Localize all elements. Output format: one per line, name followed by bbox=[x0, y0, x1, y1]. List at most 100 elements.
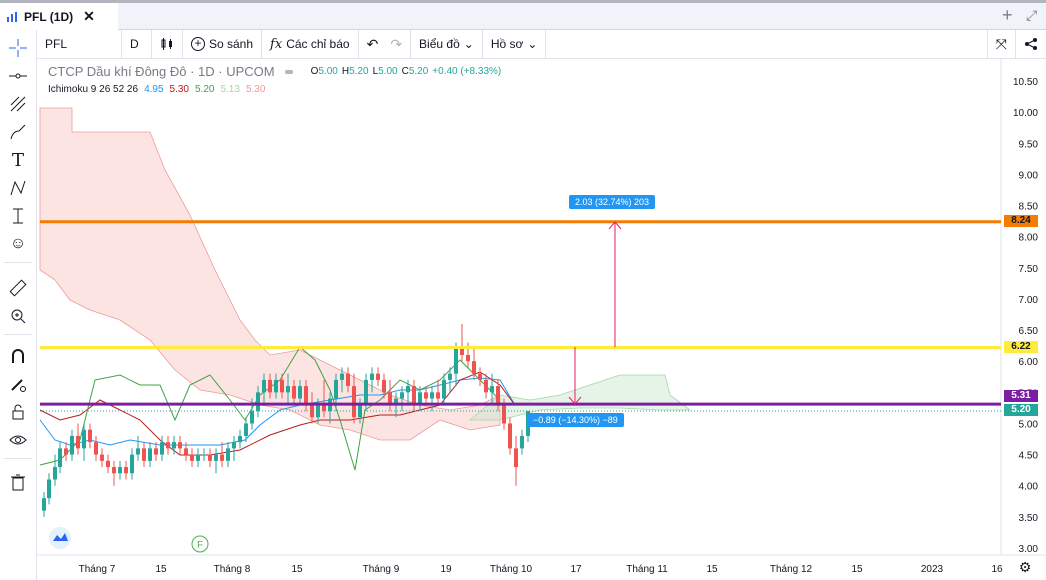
candle-body bbox=[42, 498, 46, 511]
candle-body bbox=[466, 354, 470, 362]
candle-body bbox=[274, 379, 278, 393]
high-value: 5.20 bbox=[349, 66, 369, 77]
time-tick: 15 bbox=[851, 564, 863, 575]
candle-body bbox=[82, 429, 86, 449]
time-tick: Tháng 7 bbox=[79, 564, 116, 575]
expand-window-icon[interactable]: ⤢ bbox=[1026, 7, 1037, 24]
candle-body bbox=[118, 467, 122, 474]
forecast-icon[interactable] bbox=[6, 204, 30, 228]
price-tick: 6.00 bbox=[1019, 357, 1039, 368]
text-icon[interactable]: T bbox=[6, 148, 30, 172]
price-label-last: 5.20 bbox=[1004, 404, 1038, 416]
crosshair-icon[interactable] bbox=[6, 36, 30, 60]
change-value: +0.40 (+8.33%) bbox=[432, 66, 502, 77]
undo-icon[interactable]: ↶ bbox=[367, 36, 379, 53]
price-tick: 8.50 bbox=[1019, 202, 1039, 213]
indicators-button[interactable]: fx Các chỉ báo bbox=[262, 29, 359, 59]
eye-icon[interactable] bbox=[6, 428, 30, 452]
measure-down-label[interactable]: −0.89 (−14.30%) −89 bbox=[527, 413, 624, 427]
fullscreen-button[interactable]: ⤧ bbox=[986, 29, 1016, 59]
ichimoku-name[interactable]: Ichimoku 9 26 52 26 bbox=[48, 84, 138, 95]
candle-body bbox=[76, 435, 80, 449]
redo-icon[interactable]: ↷ bbox=[390, 36, 402, 53]
price-tick: 10.00 bbox=[1013, 108, 1038, 119]
compare-button[interactable]: + So sánh bbox=[183, 29, 263, 59]
candle-body bbox=[160, 442, 164, 455]
candle-body bbox=[448, 373, 452, 380]
candle-body bbox=[412, 386, 416, 405]
toolbar-divider bbox=[4, 458, 32, 459]
toolbar-divider bbox=[4, 262, 32, 263]
candle-body bbox=[184, 448, 188, 455]
candle-body bbox=[94, 442, 98, 455]
close-value: 5.20 bbox=[408, 66, 429, 77]
candle-body bbox=[244, 423, 248, 436]
lock-icon[interactable] bbox=[6, 400, 30, 424]
price-tick: 4.50 bbox=[1019, 451, 1039, 462]
chikou-value: 5.20 bbox=[195, 84, 215, 95]
top-toolbar: PFL D + So sánh fx Các chỉ báo ↶ ↷ Biểu … bbox=[37, 29, 1046, 59]
price-label-yellow: 6.22 bbox=[1004, 341, 1038, 353]
candle-body bbox=[400, 392, 404, 399]
zoom-icon[interactable] bbox=[6, 304, 30, 328]
candle-body bbox=[298, 386, 302, 399]
tab-title: PFL (1D) bbox=[24, 9, 74, 24]
tenkan-value: 4.95 bbox=[144, 84, 164, 95]
settings-gear-icon[interactable]: ⚙ bbox=[1019, 560, 1032, 576]
chart-type-dropdown[interactable]: Biểu đồ ⌄ bbox=[411, 29, 483, 59]
candle-body bbox=[70, 435, 74, 455]
candle-body bbox=[226, 448, 230, 461]
plus-circle-icon: + bbox=[191, 37, 205, 51]
price-label-purple: 5.31 bbox=[1004, 390, 1038, 402]
indicators-label: Các chỉ báo bbox=[286, 37, 350, 51]
trash-icon[interactable] bbox=[6, 470, 30, 494]
ohlc-values: O5.00 H5.20 L5.00 C5.20 +0.40 (+8.33%) bbox=[310, 66, 502, 77]
time-tick: Tháng 12 bbox=[770, 564, 813, 575]
time-tick: Tháng 11 bbox=[626, 564, 668, 575]
candle-body bbox=[268, 379, 272, 393]
share-button[interactable] bbox=[1016, 30, 1046, 59]
price-chart[interactable]: 10.50 10.00 9.50 9.00 8.50 8.00 7.50 7.00 6.50 6.… bbox=[37, 59, 1046, 580]
interval-button[interactable]: D bbox=[122, 29, 152, 59]
candle-body bbox=[250, 411, 254, 424]
pattern-icon[interactable] bbox=[6, 176, 30, 200]
emoji-icon[interactable]: ☺ bbox=[6, 232, 30, 256]
share-icon bbox=[1025, 38, 1037, 50]
candle-body bbox=[166, 442, 170, 449]
candle-style-button[interactable] bbox=[152, 29, 183, 59]
brush-icon[interactable] bbox=[6, 120, 30, 144]
candle-body bbox=[382, 379, 386, 393]
lock-draw-icon[interactable] bbox=[6, 372, 30, 396]
time-tick: 15 bbox=[706, 564, 718, 575]
candle-body bbox=[172, 442, 176, 449]
low-value: 5.00 bbox=[378, 66, 398, 77]
profile-label: Hồ sơ bbox=[490, 37, 524, 51]
candle-body bbox=[520, 435, 524, 449]
candle-body bbox=[88, 429, 92, 443]
time-tick: 19 bbox=[440, 564, 452, 575]
candle-body bbox=[124, 467, 128, 474]
symbol-search[interactable]: PFL bbox=[37, 29, 122, 59]
symbol-title[interactable]: CTCP Dầu khí Đông Đô · 1D · UPCOM bbox=[48, 64, 275, 79]
add-tab-icon[interactable]: + bbox=[1002, 5, 1013, 26]
chart-tab[interactable]: PFL (1D) ✕ bbox=[0, 3, 118, 30]
candle-body bbox=[430, 392, 434, 399]
candle-body bbox=[280, 379, 284, 393]
measure-up-label[interactable]: 2.03 (32.74%) 203 bbox=[569, 195, 656, 209]
price-tick: 3.00 bbox=[1019, 544, 1039, 555]
price-tick: 9.50 bbox=[1019, 139, 1039, 150]
candle-body bbox=[346, 373, 350, 387]
ichimoku-legend: Ichimoku 9 26 52 26 4.95 5.30 5.20 5.13 … bbox=[48, 84, 265, 95]
profile-dropdown[interactable]: Hồ sơ ⌄ bbox=[483, 29, 547, 59]
price-tick: 6.50 bbox=[1019, 326, 1039, 337]
candle-body bbox=[376, 373, 380, 380]
trend-line-icon[interactable] bbox=[6, 64, 30, 88]
symbol-label: PFL bbox=[45, 37, 68, 51]
magnet-icon[interactable] bbox=[6, 344, 30, 368]
candle-body bbox=[490, 386, 494, 393]
candle-body bbox=[178, 442, 182, 449]
fib-icon[interactable] bbox=[6, 92, 30, 116]
close-tab-icon[interactable]: ✕ bbox=[83, 8, 95, 25]
candle-body bbox=[238, 435, 242, 443]
ruler-icon[interactable] bbox=[6, 276, 30, 300]
